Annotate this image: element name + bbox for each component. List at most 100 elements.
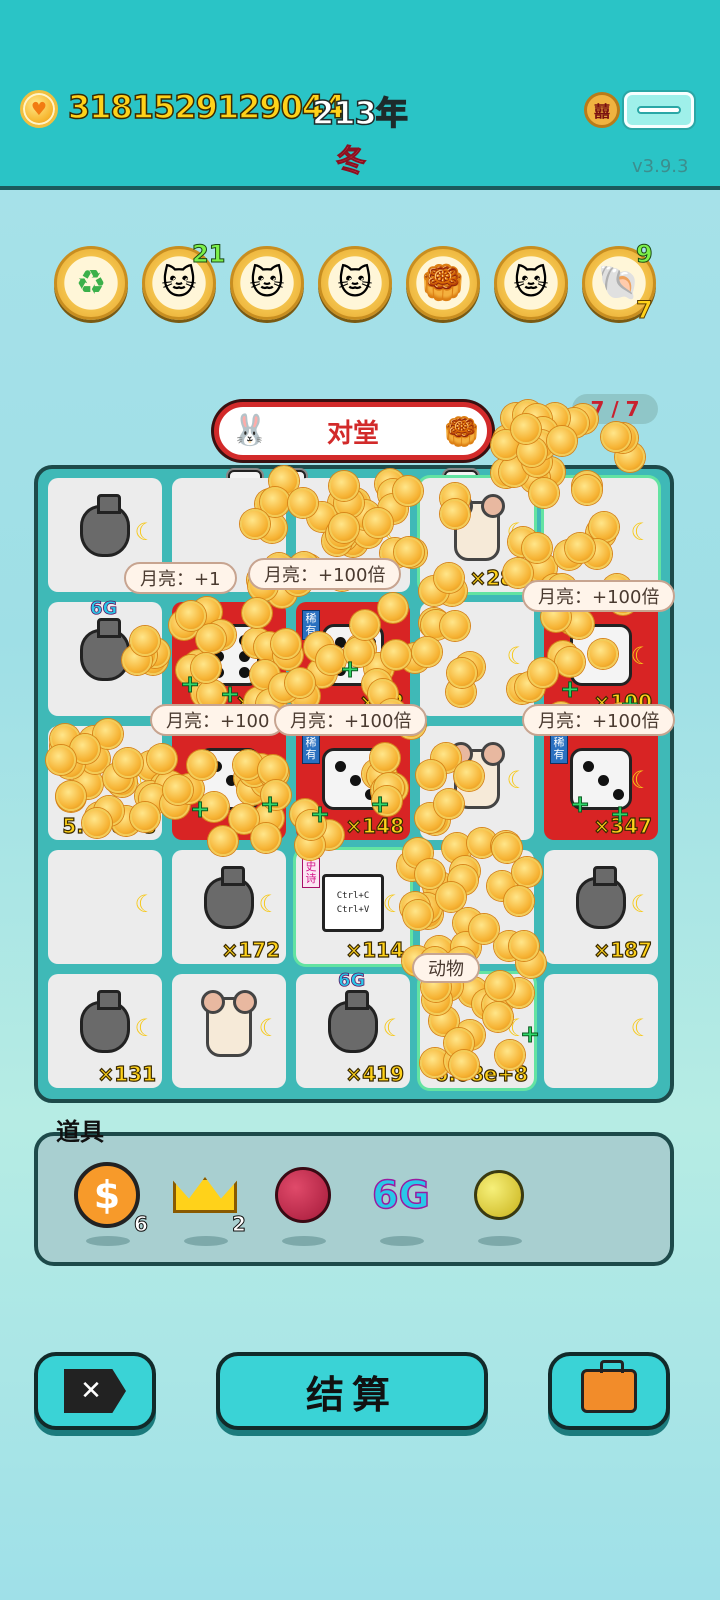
mooncake-icon: 🥮 [421,263,465,303]
empty-slot [74,872,136,934]
bag-button[interactable] [548,1352,670,1430]
trash-bag-icon [74,990,136,1058]
board-cell[interactable]: Ctrl+C Ctrl+V ☾ 史诗 ×114 [296,850,410,964]
plus-sparkle-icon: + [339,655,361,684]
relic-shell-count-bottom: 7 [636,296,654,325]
relic-cats-1[interactable]: 🐱 [230,246,304,320]
board-cell[interactable]: ☾ ×172 [172,850,286,964]
tooltip-moon-4: 月亮：+100 [150,704,286,736]
trash-bag-icon [74,494,136,562]
cell-multiplier: ×131 [97,1061,157,1086]
board-cell[interactable]: ☾ [172,974,286,1088]
trash-bag-icon [570,866,632,934]
flying-coin-icon [527,657,558,688]
key-icon [637,106,681,114]
plus-sparkle-icon: + [569,790,591,819]
relic-recycle[interactable]: ♻ [54,246,128,320]
flying-coin-icon [554,647,585,678]
board-cell[interactable]: ☾ ×131 [48,974,162,1088]
moon-icon: ☾ [258,890,280,918]
cell-label: 6G [90,598,118,620]
moon-icon: ☾ [134,518,156,546]
prop-lychee[interactable] [268,1160,338,1246]
flying-coin-icon [350,609,381,640]
key-button[interactable] [624,92,694,128]
flying-coin-icon [403,899,434,930]
plus-sparkle-icon: + [369,790,391,819]
lychee-icon [275,1167,331,1223]
prop-golden-ball[interactable] [464,1160,534,1246]
board-cell[interactable]: ☾ [544,974,658,1088]
flying-coin-icon [55,780,86,811]
flying-coin-icon [329,512,360,543]
prop-dollar[interactable]: $ [72,1160,142,1246]
tooltip-moon-3: 月亮：+100倍 [522,580,676,612]
relic-mooncake[interactable]: 🥮 [406,246,480,320]
props-title: 道具 [56,1118,104,1146]
flying-coin-icon [81,807,112,838]
rarity-tag: 稀有 [550,734,568,764]
relic-cats-3[interactable]: 🐱 [494,246,568,320]
board-cell[interactable]: ☾ 稀有 ×347 [544,726,658,840]
moon-icon: ☾ [382,1014,404,1042]
prop-dollar-count: 6 [134,1212,149,1237]
moon-icon: ☾ [630,890,652,918]
rabbit-icon: 🐰 [231,413,269,448]
prop-crown-count: 2 [232,1212,247,1237]
recycle-icon: ♻ [75,263,107,303]
moon-icon: ☾ [506,766,528,794]
plus-sparkle-icon: + [519,1020,541,1049]
mooncake-icon: 🥮 [444,415,479,448]
keyboard-icon: Ctrl+C Ctrl+V [322,872,384,934]
empty-slot [570,996,632,1058]
money-counter: 3181529129044 [67,87,346,127]
flying-coin-icon [588,511,619,542]
cats-icon: 🐱 [337,263,373,303]
board-cell[interactable]: ☾ 6G ×419 [296,970,410,1088]
6g-icon: 6G [371,1172,430,1218]
moon-icon: ☾ [134,890,156,918]
flying-coin-icon [508,930,539,961]
moon-icon: ☾ [134,1014,156,1042]
flying-coin-icon [329,470,360,501]
year-label: 213年 [311,93,408,133]
flying-coin-icon [453,760,484,791]
crown-icon [173,1177,237,1213]
moon-icon: ☾ [630,1014,652,1042]
cell-multiplier: ×172 [221,937,281,962]
board-cell[interactable]: ☾ [48,850,162,964]
settle-button[interactable]: 结算 [216,1352,488,1430]
delete-button[interactable]: ✕ [34,1352,156,1430]
briefcase-icon [581,1360,637,1413]
rarity-tag: 史诗 [302,858,320,888]
flying-coin-icon [587,638,618,669]
flying-coin-icon [377,592,408,623]
tooltip-moon-5: 月亮：+100倍 [274,704,428,736]
flying-coin-icon [241,597,272,628]
cell-multiplier: ×419 [345,1061,405,1086]
prop-crown[interactable] [170,1160,240,1246]
relic-cats-2[interactable]: 🐱 [318,246,392,320]
plus-sparkle-icon: + [189,795,211,824]
flying-coin-icon [415,760,446,791]
relic-shell-count-top: 9 [636,240,654,269]
board-cell[interactable]: ☾ ×187 [544,850,658,964]
medal-icon[interactable]: 囍 [584,92,620,128]
flying-coin-icon [415,858,446,889]
moon-icon: ☾ [630,518,652,546]
tooltip-moon-6: 月亮：+100倍 [522,704,676,736]
cell-multiplier: ×187 [593,937,653,962]
prop-6g[interactable]: 6G [366,1160,436,1246]
flying-coin-icon [511,856,542,887]
cats-icon: 🐱 [513,263,549,303]
dollar-coin-icon: $ [74,1162,140,1228]
moon-icon: ☾ [630,642,652,670]
plus-sparkle-icon: + [179,670,201,699]
tooltip-moon-1: 月亮：+1 [124,562,237,594]
flying-coin-icon [146,744,177,775]
version-label: v3.9.3 [632,156,689,177]
plus-sparkle-icon: + [609,800,631,829]
flying-coin-icon [547,425,578,456]
trash-bag-icon [198,866,260,934]
tooltip-moon-2: 月亮：+100倍 [248,558,402,590]
